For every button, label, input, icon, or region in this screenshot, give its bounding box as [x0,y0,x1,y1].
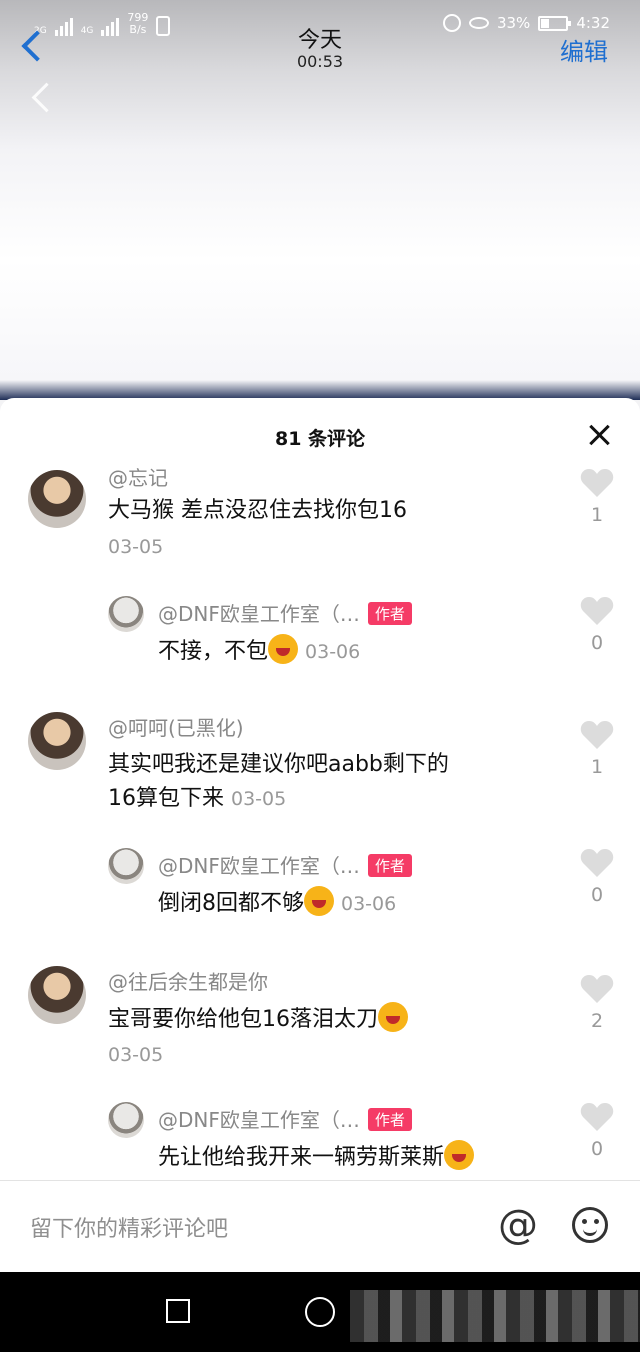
comment-username[interactable]: @DNF欧皇工作室（… 作者 [158,1104,412,1133]
like-count: 0 [590,632,604,654]
comment-text: 倒闭8回都不够 03-06 [158,886,396,921]
comment-text: 大马猴 差点没忍住去找你包16 [108,498,407,523]
comment-username[interactable]: @DNF欧皇工作室（… 作者 [158,598,412,627]
comment-input-bar: 留下你的精彩评论吧 @ [0,1180,640,1272]
like-heart-icon[interactable] [580,848,614,878]
laughing-emoji-icon [444,1140,475,1170]
like-count: 0 [590,884,604,906]
home-icon[interactable] [305,1297,335,1327]
page-title: 今天 [297,28,342,53]
author-badge: 作者 [367,854,412,877]
video-area: 2G 4G 799 B/s 33% 4:32 今天 00:53 编辑 [0,0,640,400]
like-heart-icon[interactable] [580,596,614,626]
crying-emoji-icon [268,634,299,664]
comment-list[interactable]: @忘记 大马猴 差点没忍住去找你包16 03-05 1 @DNF欧皇工作室（… 作… [0,468,640,1180]
avatar[interactable] [108,1102,144,1138]
comment-text: 其实吧我还是建议你吧aabb剩下的 16算包下来 03-05 [108,752,449,811]
avatar[interactable] [108,596,144,632]
close-icon[interactable] [588,424,610,446]
blurred-region [350,1290,640,1342]
comment-text: 先让他给我开来一辆劳斯莱斯 [158,1140,475,1175]
avatar[interactable] [108,848,144,884]
laughing-emoji-icon [304,886,334,916]
comment-text: 宝哥要你给他包16落泪太刀 [108,1002,408,1037]
edit-button[interactable]: 编辑 [560,32,608,67]
like-count: 0 [590,1138,604,1160]
comment-username[interactable]: @呵呵(已黑化) [108,712,244,741]
comment-date: 03-05 [108,1044,164,1066]
mention-button[interactable]: @ [498,1203,538,1247]
comment-username[interactable]: @DNF欧皇工作室（… 作者 [158,850,412,879]
comment-date: 03-06 [305,641,361,663]
author-badge: 作者 [367,602,412,625]
author-badge: 作者 [367,1108,412,1131]
comment-text: 不接，不包 03-06 [158,634,360,669]
comment-input[interactable]: 留下你的精彩评论吧 [30,1211,228,1243]
comment-date: 03-05 [108,536,164,558]
page-subtitle-time: 00:53 [296,52,344,71]
like-heart-icon[interactable] [580,468,614,498]
screen: 2G 4G 799 B/s 33% 4:32 今天 00:53 编辑 81 条评论 [0,0,640,1352]
wink-emoji-icon [378,1002,408,1032]
recent-apps-icon[interactable] [166,1299,190,1323]
avatar[interactable] [28,712,86,770]
like-heart-icon[interactable] [580,974,614,1004]
like-heart-icon[interactable] [580,720,614,750]
comments-count-title: 81 条评论 [274,428,366,450]
like-count: 1 [590,504,604,526]
avatar[interactable] [28,966,86,1024]
avatar[interactable] [28,470,86,528]
like-count: 1 [590,756,604,778]
like-count: 2 [590,1010,604,1032]
emoji-picker-icon[interactable] [572,1207,608,1243]
comment-date: 03-06 [341,893,397,915]
system-nav-bar [0,1272,640,1352]
comment-date: 03-05 [231,788,287,810]
comment-username[interactable]: @忘记 [108,468,168,491]
comments-sheet: 81 条评论 @忘记 大马猴 差点没忍住去找你包16 03-05 1 @DNF欧… [0,398,640,1352]
back-icon[interactable] [28,82,58,118]
like-heart-icon[interactable] [580,1102,614,1132]
comment-username[interactable]: @往后余生都是你 [108,966,268,995]
